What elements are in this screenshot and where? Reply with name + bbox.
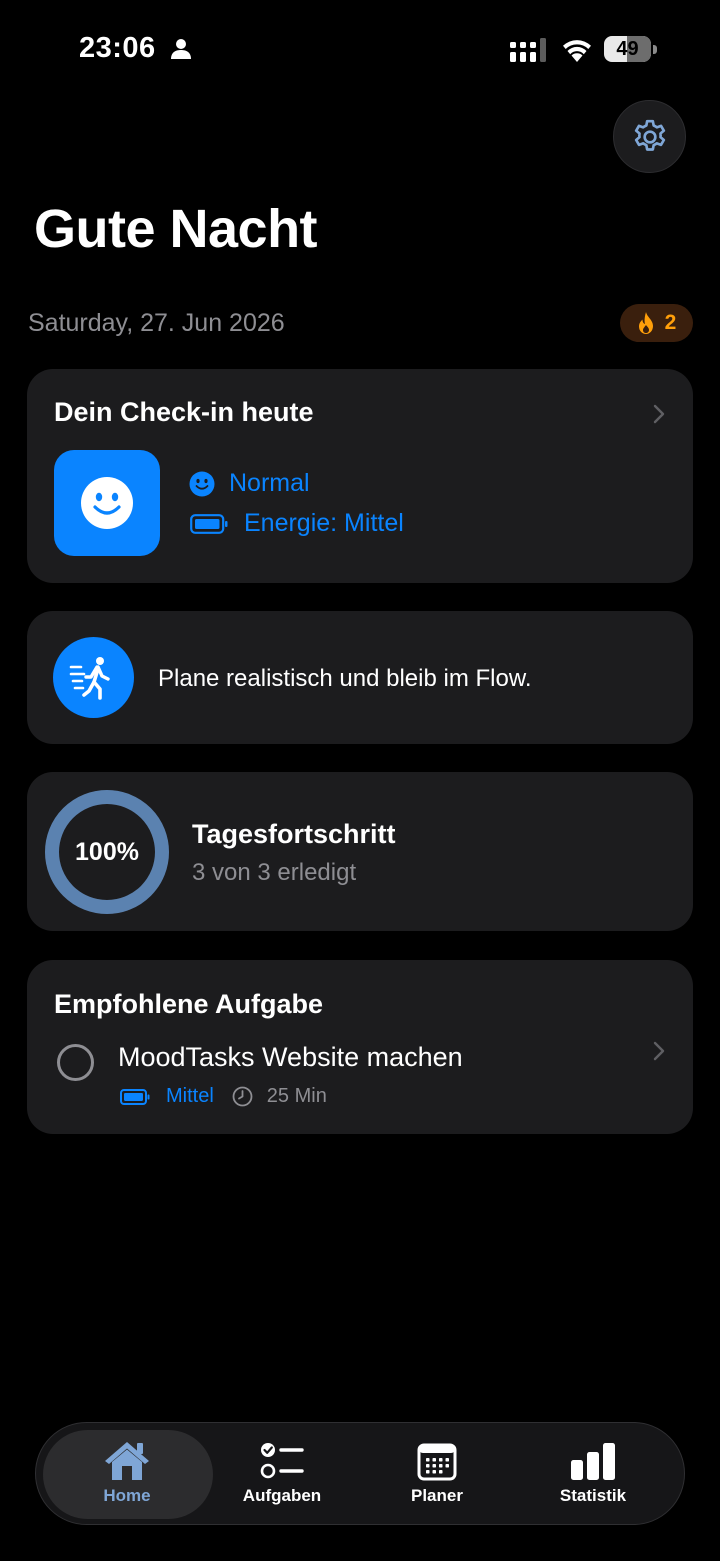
status-time: 23:06 [79, 32, 156, 64]
cellular-signal-icon [510, 38, 546, 62]
checkin-card[interactable]: Dein Check-in heute Normal Energie: Mitt… [27, 369, 693, 583]
tab-statistik[interactable]: Statistik [518, 1423, 668, 1526]
progress-title: Tagesfortschritt [192, 819, 396, 849]
chevron-right-icon [653, 404, 665, 424]
tip-icon-circle [53, 637, 134, 718]
progress-subtitle: 3 von 3 erledigt [192, 859, 357, 886]
recommended-task-card[interactable]: Empfohlene Aufgabe MoodTasks Website mac… [27, 960, 693, 1134]
flame-icon [638, 312, 653, 334]
settings-button[interactable] [613, 100, 686, 173]
wifi-icon [563, 40, 591, 62]
person-icon [171, 39, 191, 59]
tip-text: Plane realistisch und bleib im Flow. [158, 665, 532, 692]
date-label: Saturday, 27. Jun 2026 [28, 309, 285, 337]
running-figure-icon [69, 656, 110, 700]
streak-count: 2 [664, 311, 677, 334]
page-title: Gute Nacht [34, 199, 318, 259]
tab-home[interactable]: Home [52, 1423, 202, 1526]
battery-level: 49 [616, 38, 639, 60]
tip-card: Plane realistisch und bleib im Flow. [27, 611, 693, 744]
chevron-right-icon [653, 1041, 665, 1061]
bar-chart-icon [571, 1443, 615, 1480]
status-bar: 23:06 49 [0, 30, 720, 70]
mood-row: Normal [189, 469, 310, 498]
mood-label: Normal [229, 469, 310, 497]
energy-row: Energie: Mittel [190, 509, 404, 538]
tab-label: Planer [411, 1486, 463, 1505]
progress-card: 100% Tagesfortschritt 3 von 3 erledigt [27, 772, 693, 931]
battery-indicator: 49 [604, 36, 657, 62]
streak-badge[interactable]: 2 [620, 304, 693, 342]
task-checkbox[interactable] [57, 1044, 94, 1081]
tab-label: Aufgaben [242, 1486, 322, 1505]
calendar-icon [417, 1443, 457, 1481]
battery-icon [190, 513, 228, 534]
task-title: MoodTasks Website machen [118, 1042, 463, 1072]
tab-aufgaben[interactable]: Aufgaben [207, 1423, 357, 1526]
smiley-face-icon [81, 477, 133, 529]
checkin-title: Dein Check-in heute [54, 397, 314, 427]
house-icon [105, 1442, 149, 1480]
mood-tile [54, 450, 160, 556]
tab-bar: Home Aufgaben Planer Statistik [35, 1422, 685, 1525]
smiley-icon [189, 471, 215, 496]
gear-icon [634, 119, 665, 151]
task-energy-label: Mittel [166, 1085, 214, 1107]
progress-percent: 100% [75, 837, 139, 866]
tab-label: Statistik [559, 1486, 627, 1505]
task-meta: Mittel 25 Min [120, 1085, 327, 1108]
tab-planer[interactable]: Planer [362, 1423, 512, 1526]
energy-label: Energie: Mittel [244, 509, 404, 537]
battery-icon [120, 1088, 150, 1105]
tab-label: Home [103, 1486, 151, 1505]
checklist-icon [260, 1443, 304, 1479]
recommended-title: Empfohlene Aufgabe [54, 989, 324, 1019]
clock-icon [232, 1086, 253, 1107]
task-duration: 25 Min [266, 1085, 327, 1107]
